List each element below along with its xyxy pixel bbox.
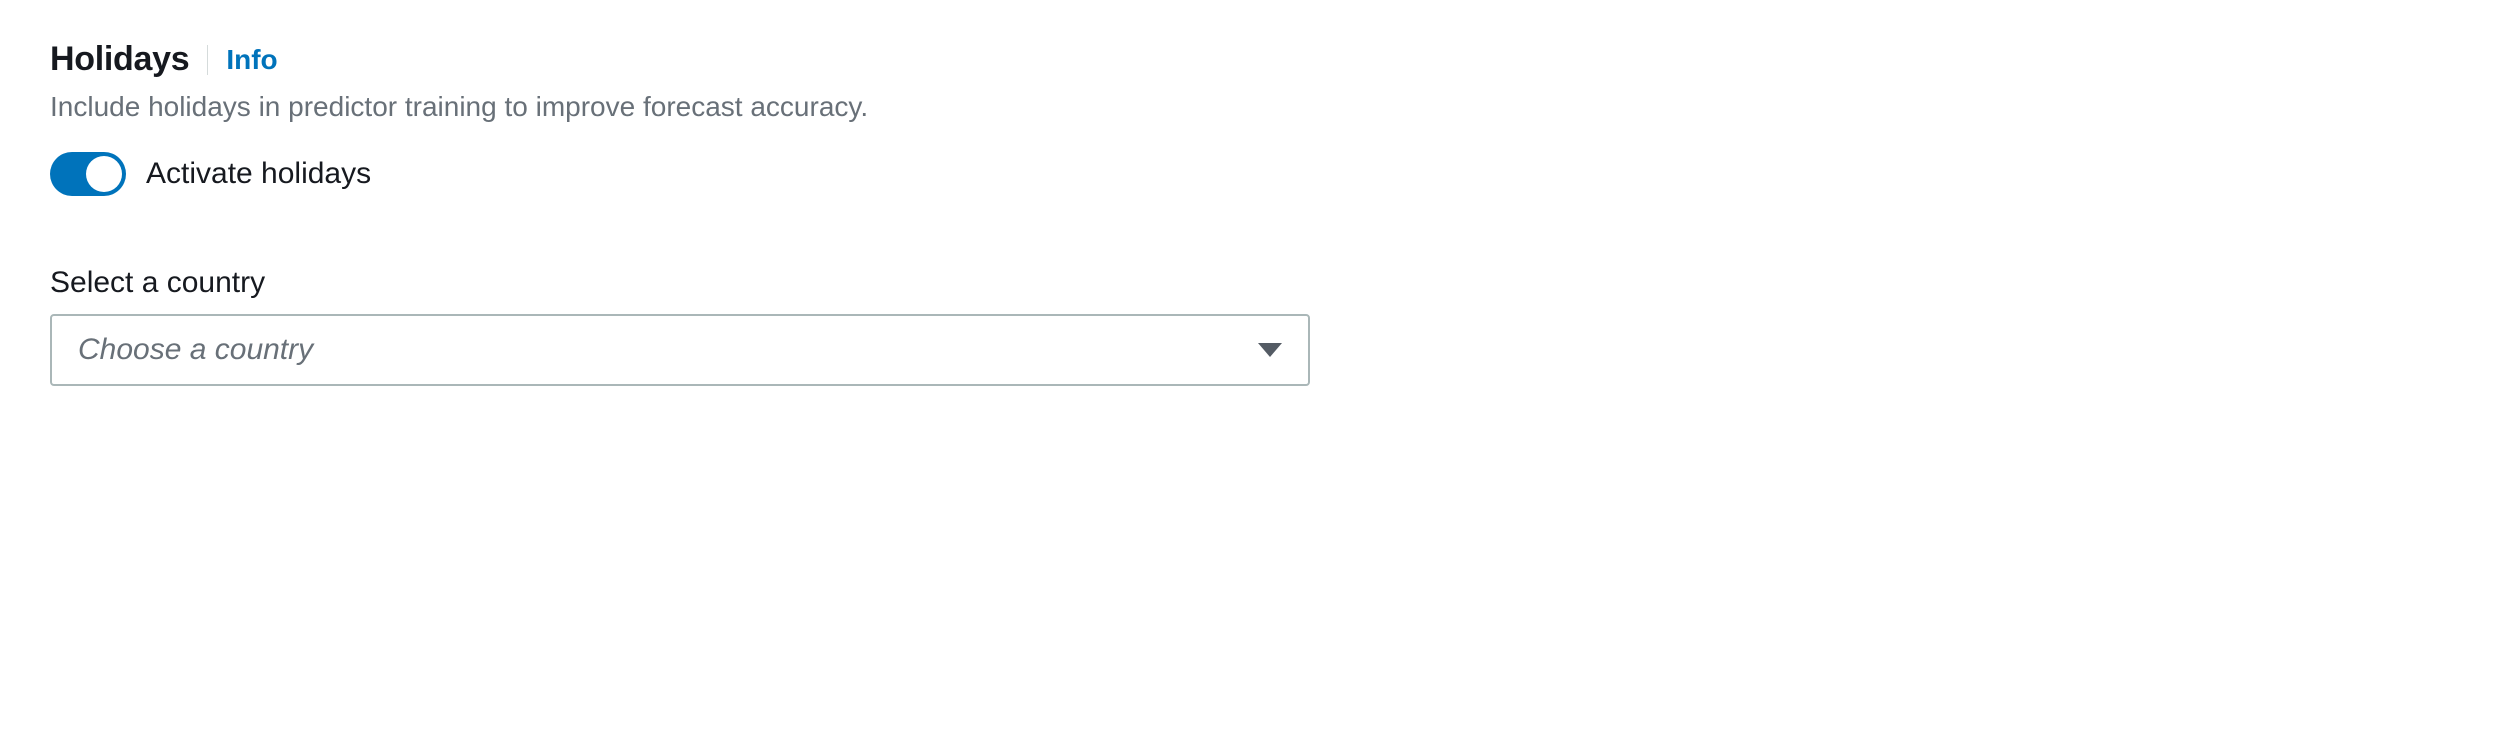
section-title: Holidays [50,40,189,79]
toggle-knob [86,156,122,192]
activate-holidays-toggle[interactable] [50,152,126,196]
activate-holidays-label: Activate holidays [146,157,371,191]
caret-down-icon [1258,343,1282,357]
country-field-label: Select a country [50,266,2456,300]
section-description: Include holidays in predictor training t… [50,87,2456,126]
country-select[interactable]: Choose a country [50,314,1310,386]
country-select-placeholder: Choose a country [78,333,313,367]
activate-holidays-row: Activate holidays [50,152,2456,196]
country-select-wrap: Choose a country [50,314,1310,386]
country-field: Select a country Choose a country [50,266,2456,386]
section-header: Holidays Info [50,40,2456,79]
title-divider [207,45,208,75]
info-link[interactable]: Info [226,44,277,76]
